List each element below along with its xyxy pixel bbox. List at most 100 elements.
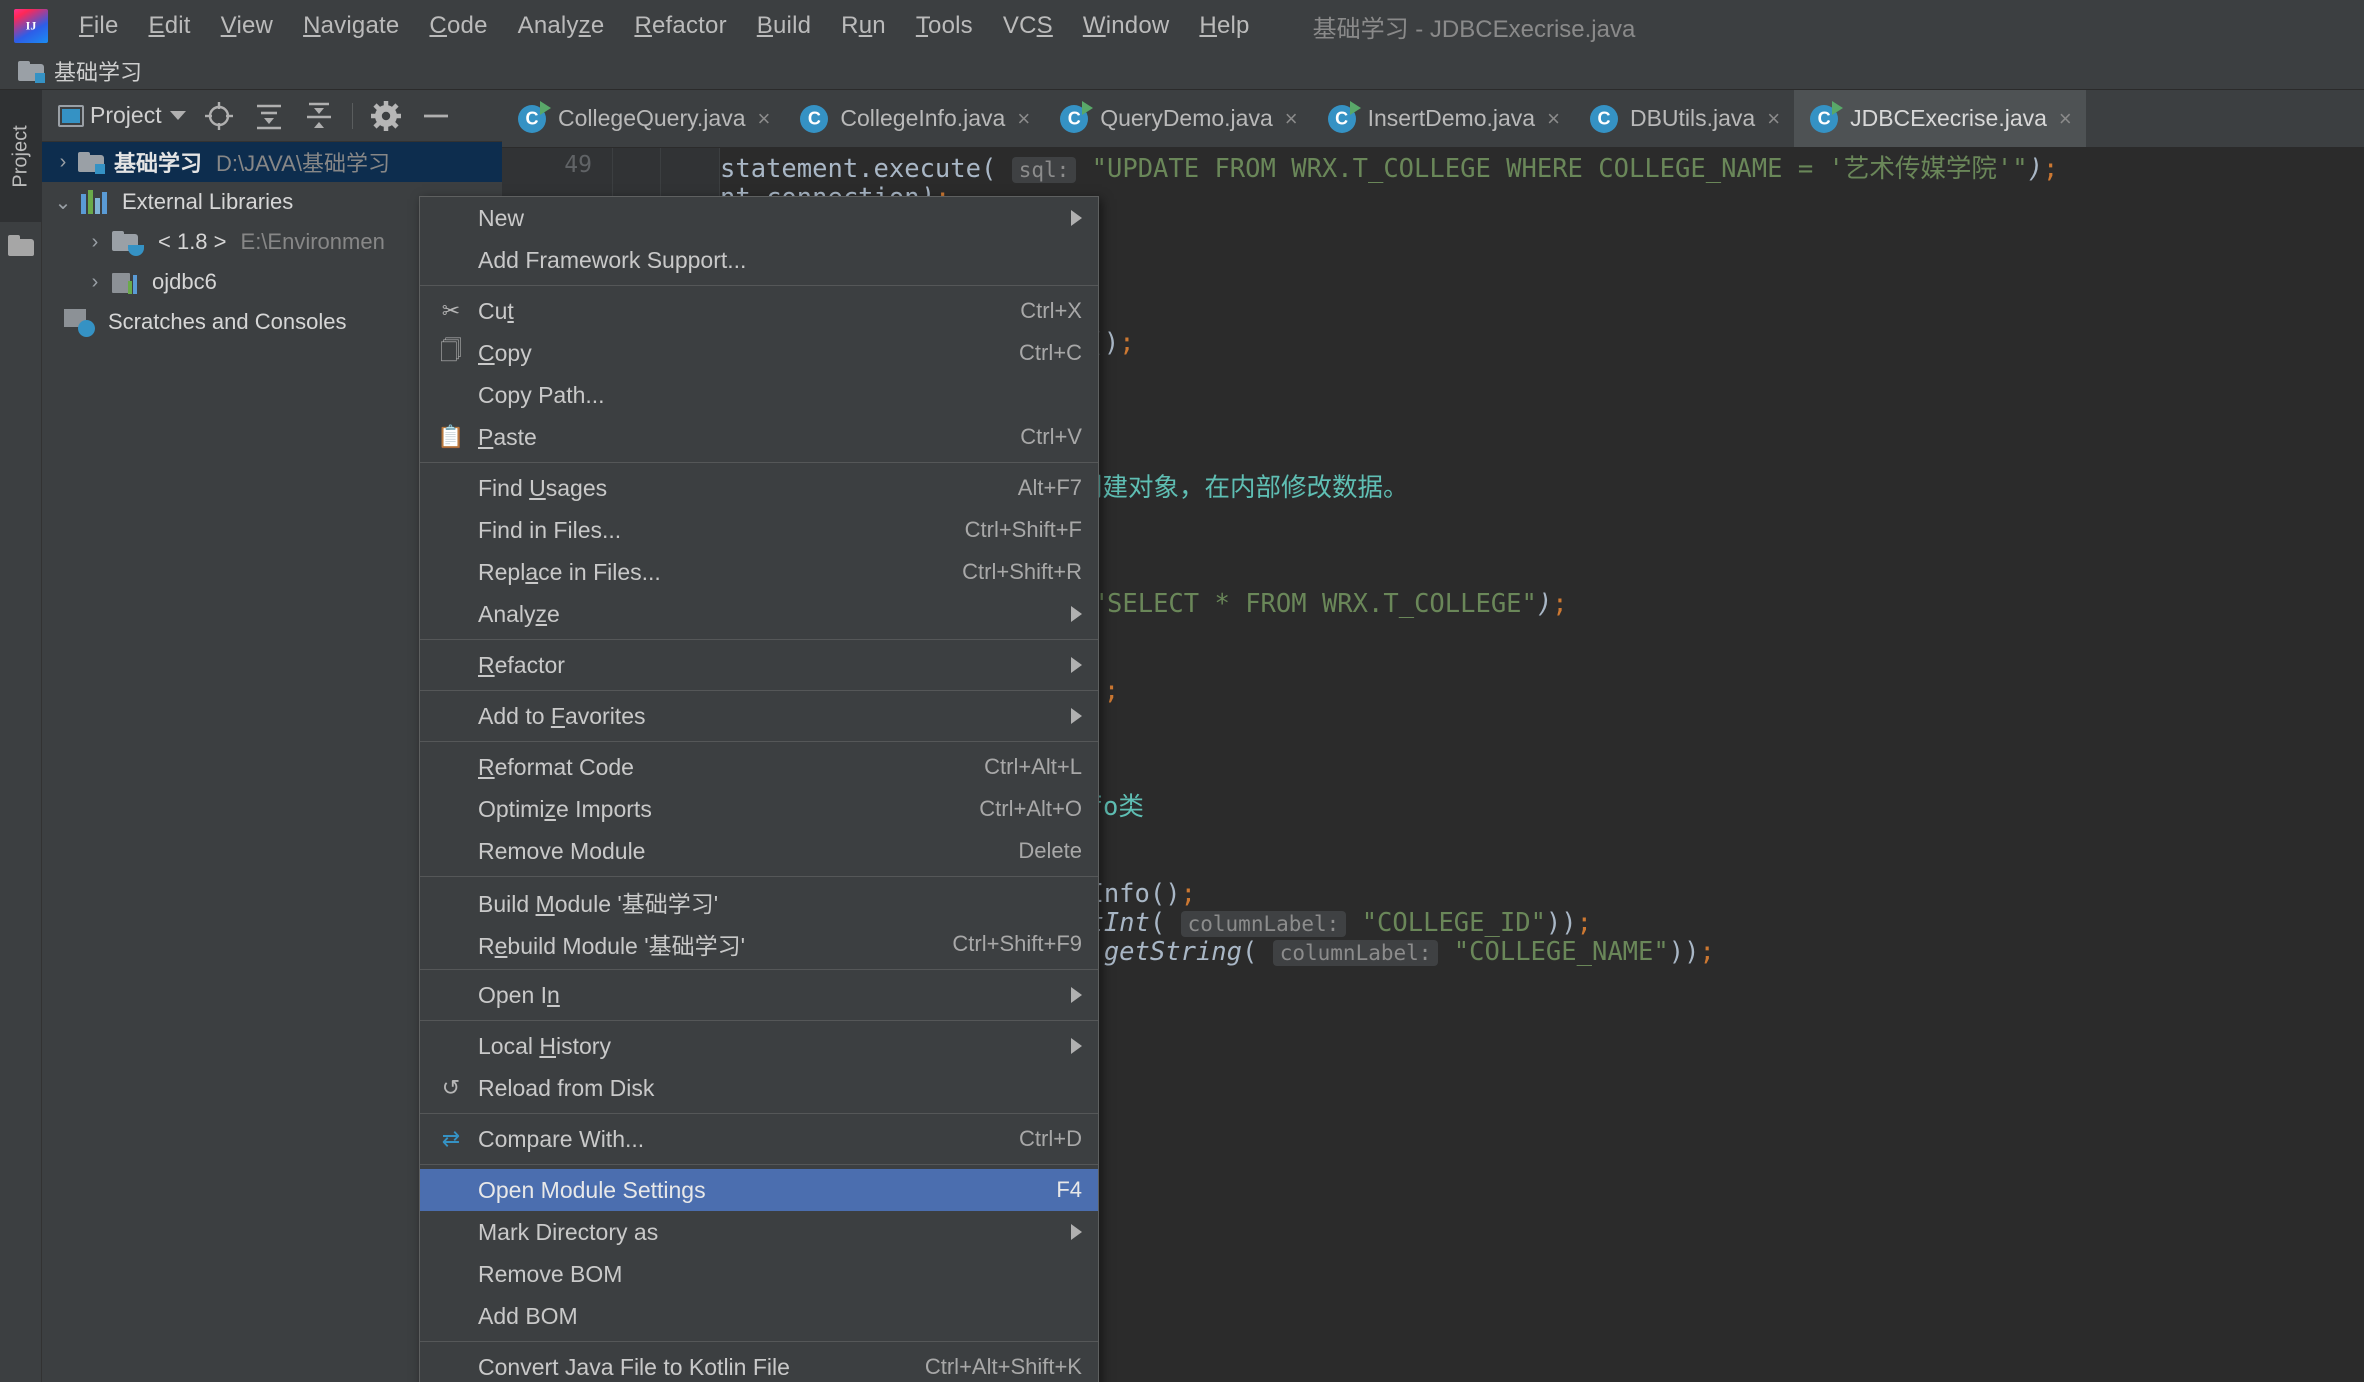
menu-tools[interactable]: Tools bbox=[901, 8, 988, 44]
menu-item-analyze[interactable]: Analyze bbox=[420, 593, 1098, 635]
menu-item-copy-path[interactable]: Copy Path... bbox=[420, 374, 1098, 416]
menu-item-local-history[interactable]: Local History bbox=[420, 1025, 1098, 1067]
menu-run[interactable]: Run bbox=[826, 8, 901, 44]
gear-icon[interactable] bbox=[369, 99, 403, 133]
close-icon[interactable]: × bbox=[758, 106, 771, 132]
editor-tab-label: CollegeQuery.java bbox=[558, 105, 746, 131]
editor-tab-insertdemo[interactable]: InsertDemo.java × bbox=[1312, 90, 1574, 147]
chevron-down-icon[interactable] bbox=[169, 111, 186, 120]
tool-window-button-project[interactable]: Project bbox=[0, 90, 42, 222]
menu-item-open-module-settings[interactable]: Open Module Settings F4 bbox=[420, 1169, 1098, 1211]
menu-navigate[interactable]: Navigate bbox=[288, 8, 414, 44]
menu-item-label: Add to Favorites bbox=[478, 702, 646, 729]
menu-item-rebuild-module[interactable]: Rebuild Module '基础学习' Ctrl+Shift+F9 bbox=[420, 923, 1098, 965]
menu-item-remove-module[interactable]: Remove Module Delete bbox=[420, 830, 1098, 872]
menu-item-add-bom[interactable]: Add BOM bbox=[420, 1295, 1098, 1337]
menu-item-remove-bom[interactable]: Remove BOM bbox=[420, 1253, 1098, 1295]
close-icon[interactable]: × bbox=[1285, 106, 1298, 132]
collapse-all-icon[interactable] bbox=[302, 99, 336, 133]
menu-separator bbox=[420, 1341, 1098, 1342]
tree-item-path: D:\JAVA\基础学习 bbox=[216, 151, 390, 176]
menu-item-new[interactable]: New bbox=[420, 197, 1098, 239]
menu-separator bbox=[420, 969, 1098, 970]
menu-item-label: Add Framework Support... bbox=[478, 246, 747, 273]
menu-item-accel: Ctrl+Shift+F9 bbox=[952, 931, 1082, 956]
menu-help[interactable]: Help bbox=[1184, 8, 1264, 44]
menu-item-accel: Ctrl+V bbox=[1020, 424, 1082, 449]
submenu-arrow-icon bbox=[1071, 1038, 1082, 1054]
menu-item-replace-in-files[interactable]: Replace in Files... Ctrl+Shift+R bbox=[420, 551, 1098, 593]
menu-separator bbox=[420, 1113, 1098, 1114]
java-class-runnable-icon bbox=[1327, 100, 1361, 133]
editor-tab-querydemo[interactable]: QueryDemo.java × bbox=[1044, 90, 1311, 147]
editor-tab-label: DBUtils.java bbox=[1629, 105, 1756, 131]
menu-item-accel: Ctrl+Alt+L bbox=[984, 754, 1082, 779]
menu-item-compare-with[interactable]: ⇄ Compare With... Ctrl+D bbox=[420, 1118, 1098, 1160]
compare-icon: ⇄ bbox=[441, 1126, 461, 1151]
left-tool-strip: Project bbox=[0, 90, 42, 1382]
close-icon[interactable]: × bbox=[1767, 106, 1780, 132]
menu-build[interactable]: Build bbox=[742, 8, 826, 44]
minimize-icon[interactable] bbox=[419, 99, 453, 133]
menu-item-label: Compare With... bbox=[478, 1125, 645, 1152]
copy-icon: 🗍 bbox=[440, 338, 462, 363]
chevron-right-icon[interactable]: › bbox=[52, 151, 74, 174]
close-icon[interactable]: × bbox=[1547, 106, 1560, 132]
menu-analyze[interactable]: Analyze bbox=[503, 8, 620, 44]
menu-refactor[interactable]: Refactor bbox=[619, 8, 741, 44]
menu-separator bbox=[420, 285, 1098, 286]
menu-item-find-usages[interactable]: Find Usages Alt+F7 bbox=[420, 467, 1098, 509]
menu-item-add-to-favorites[interactable]: Add to Favorites bbox=[420, 695, 1098, 737]
tool-window-button-project-label: Project bbox=[9, 124, 32, 188]
editor-tab-label: QueryDemo.java bbox=[1100, 105, 1273, 131]
menu-item-convert-java-to-kotlin[interactable]: Convert Java File to Kotlin File Ctrl+Al… bbox=[420, 1346, 1098, 1382]
menu-item-paste[interactable]: 📋 Paste Ctrl+V bbox=[420, 416, 1098, 458]
chevron-down-icon[interactable]: ⌄ bbox=[52, 190, 74, 215]
expand-all-icon[interactable] bbox=[252, 99, 286, 133]
tree-item-label: 基础学习 bbox=[114, 151, 203, 176]
locate-target-icon[interactable] bbox=[202, 99, 236, 133]
menu-item-find-in-files[interactable]: Find in Files... Ctrl+Shift+F bbox=[420, 509, 1098, 551]
editor-tab-collegequery[interactable]: CollegeQuery.java × bbox=[502, 90, 784, 147]
menu-vcs[interactable]: VCS bbox=[988, 8, 1068, 44]
folder-icon[interactable] bbox=[8, 235, 34, 256]
menu-item-optimize-imports[interactable]: Optimize Imports Ctrl+Alt+O bbox=[420, 788, 1098, 830]
editor-tab-collegeinfo[interactable]: CollegeInfo.java × bbox=[784, 90, 1044, 147]
tree-item-label: External Libraries bbox=[122, 189, 294, 214]
menu-view[interactable]: View bbox=[206, 8, 288, 44]
window-title: 基础学习 - JDBCExecrise.java bbox=[1312, 15, 1636, 43]
editor-tab-dbutils[interactable]: DBUtils.java × bbox=[1574, 90, 1794, 147]
menu-item-add-framework-support[interactable]: Add Framework Support... bbox=[420, 239, 1098, 281]
menu-file[interactable]: File bbox=[64, 8, 134, 44]
menu-item-reformat-code[interactable]: Reformat Code Ctrl+Alt+L bbox=[420, 746, 1098, 788]
editor-tab-jdbcexecrise[interactable]: JDBCExecrise.java × bbox=[1794, 90, 2086, 147]
menu-code[interactable]: Code bbox=[414, 8, 502, 44]
menu-item-copy[interactable]: 🗍 Copy Ctrl+C bbox=[420, 332, 1098, 374]
menu-item-refactor[interactable]: Refactor bbox=[420, 644, 1098, 686]
chevron-right-icon[interactable]: › bbox=[84, 271, 106, 294]
menu-item-open-in[interactable]: Open In bbox=[420, 974, 1098, 1016]
tree-row[interactable]: › 基础学习 D:\JAVA\基础学习 bbox=[42, 142, 502, 182]
submenu-arrow-icon bbox=[1071, 987, 1082, 1003]
menu-window[interactable]: Window bbox=[1068, 8, 1185, 44]
menu-item-label: Cut bbox=[478, 297, 514, 324]
menu-item-cut[interactable]: ✂ Cut Ctrl+X bbox=[420, 290, 1098, 332]
reload-icon: ↺ bbox=[441, 1075, 461, 1100]
menu-item-build-module[interactable]: Build Module '基础学习' bbox=[420, 881, 1098, 923]
chevron-right-icon[interactable]: › bbox=[84, 231, 106, 254]
jdk-icon bbox=[112, 230, 144, 256]
param-hint-sql: sql: bbox=[1011, 157, 1077, 183]
submenu-arrow-icon bbox=[1071, 1224, 1082, 1240]
project-panel-toolbar: Project bbox=[42, 90, 502, 142]
menu-item-accel: Ctrl+X bbox=[1020, 298, 1082, 323]
menu-item-mark-directory-as[interactable]: Mark Directory as bbox=[420, 1211, 1098, 1253]
menu-item-label: Local History bbox=[478, 1032, 611, 1059]
java-class-runnable-icon bbox=[518, 100, 551, 133]
tree-item-label: Scratches and Consoles bbox=[108, 309, 347, 334]
close-icon[interactable]: × bbox=[2059, 106, 2072, 132]
menu-edit[interactable]: Edit bbox=[134, 8, 206, 44]
close-icon[interactable]: × bbox=[1017, 106, 1030, 132]
menu-item-reload-from-disk[interactable]: ↺ Reload from Disk bbox=[420, 1067, 1098, 1109]
editor-tab-label: JDBCExecrise.java bbox=[1850, 105, 2047, 131]
project-view-icon bbox=[58, 104, 84, 127]
